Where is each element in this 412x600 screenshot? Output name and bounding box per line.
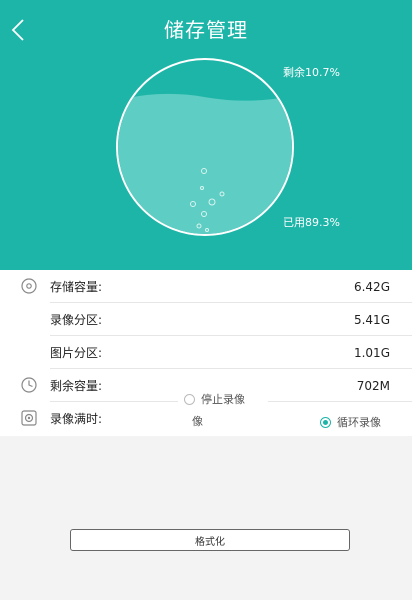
row-value: 1.01G [353, 345, 390, 360]
stop-recording-label: 停止录像 [201, 393, 245, 406]
page-title: 储存管理 [164, 18, 248, 42]
loop-recording-label: 循环录像 [337, 416, 381, 429]
row-value: 702M [356, 378, 390, 393]
row-video-partition: 录像分区: 5.41G [0, 303, 412, 336]
clock-icon [20, 376, 38, 394]
storage-gauge [116, 58, 294, 236]
row-label: 存储容量: [50, 280, 103, 294]
remaining-percent-label: 剩余10.7% [283, 66, 340, 79]
format-button[interactable]: 格式化 [70, 529, 350, 551]
header-bar: 储存管理 剩余10.7% 已用89.3% [0, 0, 412, 270]
disc-icon [20, 277, 38, 295]
record-option-popup: 停止录像 像 [178, 388, 268, 432]
stop-recording-radio[interactable] [184, 393, 195, 405]
loop-recording-option[interactable]: 循环录像 [320, 414, 381, 430]
row-value: 5.41G [353, 312, 390, 327]
row-label: 剩余容量: [50, 379, 103, 393]
target-icon [20, 409, 38, 427]
row-label: 录像满时: [50, 412, 103, 426]
row-value: 6.42G [353, 279, 390, 294]
row-label: 图片分区: [50, 346, 103, 360]
used-percent-label: 已用89.3% [283, 216, 340, 229]
row-label: 录像分区: [50, 313, 103, 327]
loop-recording-radio[interactable] [320, 416, 331, 428]
fragment-text: 像 [192, 415, 203, 428]
row-image-partition: 图片分区: 1.01G [0, 336, 412, 369]
stop-recording-fragment: 像 [192, 413, 203, 429]
row-total-capacity: 存储容量: 6.42G [0, 270, 412, 303]
stop-recording-option[interactable]: 停止录像 [184, 391, 245, 407]
